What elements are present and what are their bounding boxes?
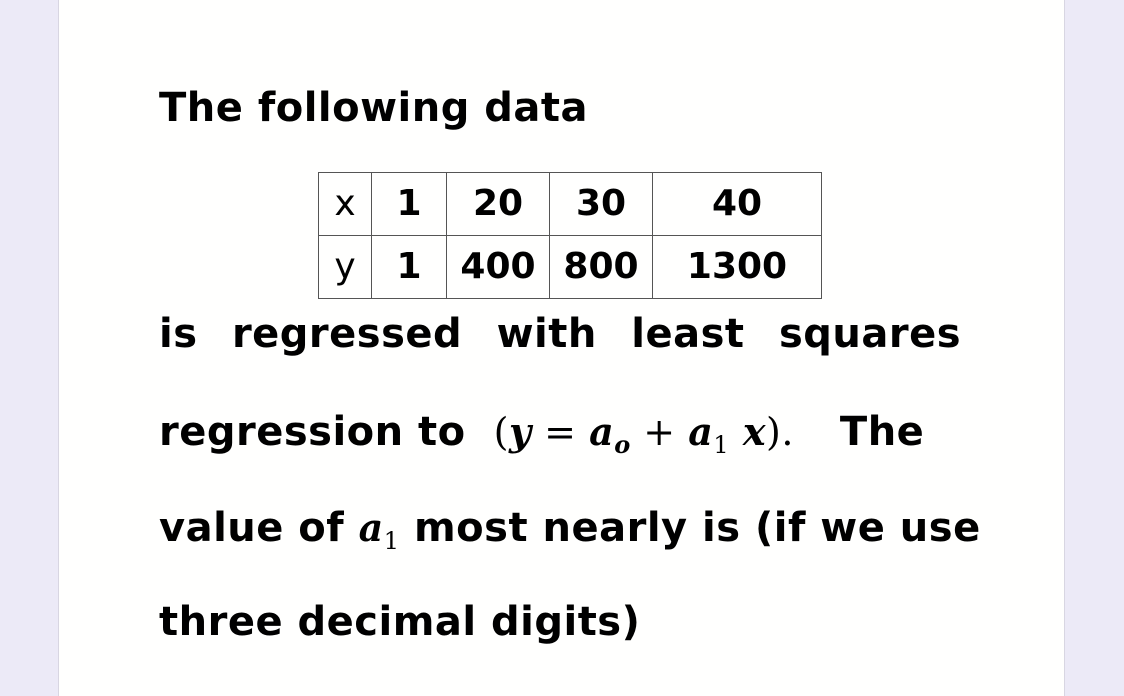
the-text: The <box>839 409 925 455</box>
var-a: a <box>358 505 384 550</box>
table-cell: 30 <box>549 172 653 236</box>
equation-line: regression to (y = ao + a1 x). The <box>159 412 924 457</box>
regression-to-text: regression to <box>159 409 466 455</box>
row-label: x <box>318 172 372 236</box>
var-y: y <box>508 409 532 454</box>
value-of-text: value of <box>159 505 345 551</box>
a1-subscript: 1 <box>713 431 730 459</box>
table-cell: 400 <box>446 235 550 299</box>
plus-sign: + <box>630 410 689 454</box>
var-a1-inline: a1 <box>358 505 400 554</box>
table-row-y: y 1 400 800 1300 <box>318 235 822 299</box>
a1-inline-subscript: 1 <box>383 527 400 555</box>
data-table: x 1 20 30 40 y 1 400 800 1300 <box>318 172 822 299</box>
paren-close: ). <box>766 410 794 454</box>
most-nearly-text: most nearly is (if we use <box>413 505 981 551</box>
table-cell: 1 <box>371 235 447 299</box>
table-cell: 1300 <box>652 235 822 299</box>
equals-sign: = <box>531 410 590 454</box>
value-line: value of a1 most nearly is (if we use <box>159 508 981 553</box>
var-x: x <box>729 409 767 454</box>
question-card: The following data x 1 20 30 40 y 1 400 … <box>58 0 1065 696</box>
table-cell: 1 <box>371 172 447 236</box>
var-a1: a <box>688 409 714 454</box>
table-cell: 800 <box>549 235 653 299</box>
regression-equation: (y = ao + a1 x). <box>493 409 794 458</box>
row-label: y <box>318 235 372 299</box>
a0-subscript: o <box>614 430 631 459</box>
regression-text: is regressed with least squares <box>159 311 962 357</box>
table-row-x: x 1 20 30 40 <box>318 172 822 236</box>
intro-text: The following data <box>159 85 589 131</box>
table-cell: 40 <box>652 172 822 236</box>
paren-open: ( <box>493 410 509 454</box>
decimal-digits-text: three decimal digits) <box>159 599 641 645</box>
var-a0: a <box>589 409 615 454</box>
table-cell: 20 <box>446 172 550 236</box>
